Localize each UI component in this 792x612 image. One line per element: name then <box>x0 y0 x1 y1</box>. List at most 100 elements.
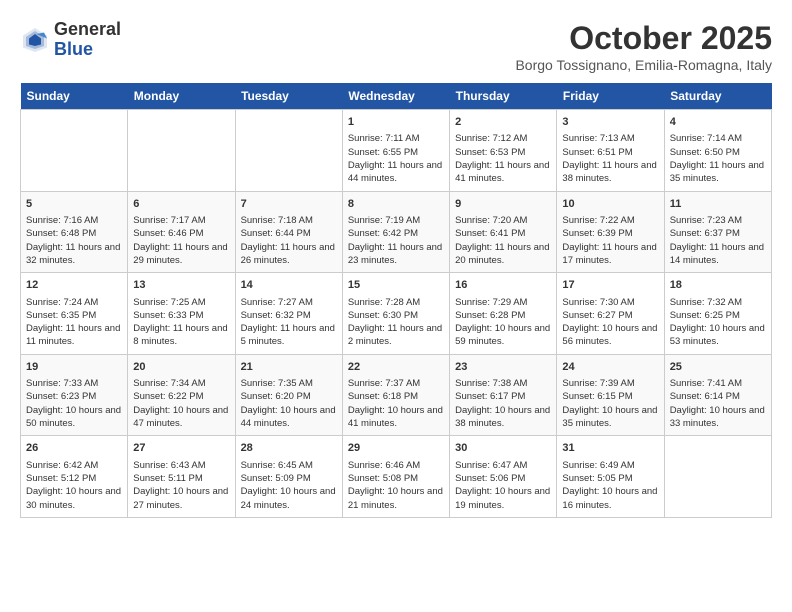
logo-icon <box>20 25 50 55</box>
calendar-cell: 29 Sunrise: 6:46 AM Sunset: 5:08 PM Dayli… <box>342 436 449 518</box>
day-info: Sunrise: 7:19 AM Sunset: 6:42 PM Dayligh… <box>348 214 444 267</box>
day-info: Sunrise: 7:22 AM Sunset: 6:39 PM Dayligh… <box>562 214 658 267</box>
day-number: 8 <box>348 197 444 212</box>
calendar-cell: 13 Sunrise: 7:25 AM Sunset: 6:33 PM Dayli… <box>128 273 235 355</box>
calendar-cell: 4 Sunrise: 7:14 AM Sunset: 6:50 PM Daylig… <box>664 110 771 192</box>
day-info: Sunrise: 6:49 AM Sunset: 5:05 PM Dayligh… <box>562 459 658 512</box>
day-info: Sunrise: 7:20 AM Sunset: 6:41 PM Dayligh… <box>455 214 551 267</box>
calendar-cell: 17 Sunrise: 7:30 AM Sunset: 6:27 PM Dayli… <box>557 273 664 355</box>
weekday-header-saturday: Saturday <box>664 83 771 110</box>
weekday-header-row: SundayMondayTuesdayWednesdayThursdayFrid… <box>21 83 772 110</box>
day-number: 28 <box>241 441 337 456</box>
weekday-header-sunday: Sunday <box>21 83 128 110</box>
day-info: Sunrise: 6:42 AM Sunset: 5:12 PM Dayligh… <box>26 459 122 512</box>
day-number: 2 <box>455 115 551 130</box>
day-number: 30 <box>455 441 551 456</box>
calendar-cell: 3Sunrise: 7:13 AM Sunset: 6:51 PM Daylig… <box>557 110 664 192</box>
day-info: Sunrise: 7:24 AM Sunset: 6:35 PM Dayligh… <box>26 296 122 349</box>
day-number: 10 <box>562 197 658 212</box>
calendar-cell: 2 Sunrise: 7:12 AM Sunset: 6:53 PM Daylig… <box>450 110 557 192</box>
calendar-cell <box>128 110 235 192</box>
logo: General Blue <box>20 20 121 60</box>
day-info: Sunrise: 7:23 AM Sunset: 6:37 PM Dayligh… <box>670 214 766 267</box>
day-info: Sunrise: 7:32 AM Sunset: 6:25 PM Dayligh… <box>670 296 766 349</box>
calendar-cell: 26 Sunrise: 6:42 AM Sunset: 5:12 PM Dayli… <box>21 436 128 518</box>
day-number: 4 <box>670 115 766 130</box>
weekday-header-tuesday: Tuesday <box>235 83 342 110</box>
day-number: 15 <box>348 278 444 293</box>
day-info: Sunrise: 7:33 AM Sunset: 6:23 PM Dayligh… <box>26 377 122 430</box>
day-number: 29 <box>348 441 444 456</box>
calendar-cell: 1 Sunrise: 7:11 AM Sunset: 6:55 PM Daylig… <box>342 110 449 192</box>
calendar-cell: 7Sunrise: 7:18 AM Sunset: 6:44 PM Daylig… <box>235 191 342 273</box>
calendar-week-row: 5 Sunrise: 7:16 AM Sunset: 6:48 PM Daylig… <box>21 191 772 273</box>
day-number: 7 <box>241 197 337 212</box>
day-info: Sunrise: 7:16 AM Sunset: 6:48 PM Dayligh… <box>26 214 122 267</box>
day-number: 23 <box>455 360 551 375</box>
day-number: 22 <box>348 360 444 375</box>
day-number: 26 <box>26 441 122 456</box>
calendar-cell: 8 Sunrise: 7:19 AM Sunset: 6:42 PM Daylig… <box>342 191 449 273</box>
calendar-cell: 14 Sunrise: 7:27 AM Sunset: 6:32 PM Dayli… <box>235 273 342 355</box>
day-number: 25 <box>670 360 766 375</box>
day-info: Sunrise: 7:17 AM Sunset: 6:46 PM Dayligh… <box>133 214 229 267</box>
day-number: 20 <box>133 360 229 375</box>
day-number: 18 <box>670 278 766 293</box>
calendar-cell: 16 Sunrise: 7:29 AM Sunset: 6:28 PM Dayli… <box>450 273 557 355</box>
day-info: Sunrise: 6:43 AM Sunset: 5:11 PM Dayligh… <box>133 459 229 512</box>
day-info: Sunrise: 6:45 AM Sunset: 5:09 PM Dayligh… <box>241 459 337 512</box>
calendar-cell: 9 Sunrise: 7:20 AM Sunset: 6:41 PM Daylig… <box>450 191 557 273</box>
day-number: 5 <box>26 197 122 212</box>
day-info: Sunrise: 6:46 AM Sunset: 5:08 PM Dayligh… <box>348 459 444 512</box>
day-number: 9 <box>455 197 551 212</box>
day-info: Sunrise: 7:11 AM Sunset: 6:55 PM Dayligh… <box>348 132 444 185</box>
day-info: Sunrise: 6:47 AM Sunset: 5:06 PM Dayligh… <box>455 459 551 512</box>
day-info: Sunrise: 7:34 AM Sunset: 6:22 PM Dayligh… <box>133 377 229 430</box>
day-info: Sunrise: 7:41 AM Sunset: 6:14 PM Dayligh… <box>670 377 766 430</box>
day-info: Sunrise: 7:30 AM Sunset: 6:27 PM Dayligh… <box>562 296 658 349</box>
day-info: Sunrise: 7:38 AM Sunset: 6:17 PM Dayligh… <box>455 377 551 430</box>
calendar-week-row: 26 Sunrise: 6:42 AM Sunset: 5:12 PM Dayli… <box>21 436 772 518</box>
calendar-cell <box>235 110 342 192</box>
day-info: Sunrise: 7:29 AM Sunset: 6:28 PM Dayligh… <box>455 296 551 349</box>
calendar-cell <box>664 436 771 518</box>
weekday-header-friday: Friday <box>557 83 664 110</box>
calendar-cell: 20 Sunrise: 7:34 AM Sunset: 6:22 PM Dayli… <box>128 354 235 436</box>
day-number: 21 <box>241 360 337 375</box>
day-info: Sunrise: 7:39 AM Sunset: 6:15 PM Dayligh… <box>562 377 658 430</box>
calendar-cell: 10 Sunrise: 7:22 AM Sunset: 6:39 PM Dayli… <box>557 191 664 273</box>
day-info: Sunrise: 7:37 AM Sunset: 6:18 PM Dayligh… <box>348 377 444 430</box>
day-number: 1 <box>348 115 444 130</box>
calendar-cell: 28 Sunrise: 6:45 AM Sunset: 5:09 PM Dayli… <box>235 436 342 518</box>
day-info: Sunrise: 7:28 AM Sunset: 6:30 PM Dayligh… <box>348 296 444 349</box>
calendar-cell: 30 Sunrise: 6:47 AM Sunset: 5:06 PM Dayli… <box>450 436 557 518</box>
day-number: 13 <box>133 278 229 293</box>
logo-general: General <box>54 19 121 39</box>
logo-text: General Blue <box>54 20 121 60</box>
day-number: 17 <box>562 278 658 293</box>
calendar-cell: 25 Sunrise: 7:41 AM Sunset: 6:14 PM Dayli… <box>664 354 771 436</box>
calendar-cell <box>21 110 128 192</box>
calendar-cell: 12 Sunrise: 7:24 AM Sunset: 6:35 PM Dayli… <box>21 273 128 355</box>
calendar-week-row: 12 Sunrise: 7:24 AM Sunset: 6:35 PM Dayli… <box>21 273 772 355</box>
month-title: October 2025 <box>515 20 772 57</box>
logo-blue: Blue <box>54 39 93 59</box>
calendar-table: SundayMondayTuesdayWednesdayThursdayFrid… <box>20 83 772 518</box>
day-info: Sunrise: 7:27 AM Sunset: 6:32 PM Dayligh… <box>241 296 337 349</box>
calendar-cell: 19Sunrise: 7:33 AM Sunset: 6:23 PM Dayli… <box>21 354 128 436</box>
calendar-cell: 5 Sunrise: 7:16 AM Sunset: 6:48 PM Daylig… <box>21 191 128 273</box>
day-number: 12 <box>26 278 122 293</box>
day-number: 31 <box>562 441 658 456</box>
calendar-cell: 18 Sunrise: 7:32 AM Sunset: 6:25 PM Dayli… <box>664 273 771 355</box>
calendar-cell: 22 Sunrise: 7:37 AM Sunset: 6:18 PM Dayli… <box>342 354 449 436</box>
day-info: Sunrise: 7:14 AM Sunset: 6:50 PM Dayligh… <box>670 132 766 185</box>
day-info: Sunrise: 7:35 AM Sunset: 6:20 PM Dayligh… <box>241 377 337 430</box>
day-number: 27 <box>133 441 229 456</box>
day-info: Sunrise: 7:12 AM Sunset: 6:53 PM Dayligh… <box>455 132 551 185</box>
day-number: 14 <box>241 278 337 293</box>
calendar-cell: 23 Sunrise: 7:38 AM Sunset: 6:17 PM Dayli… <box>450 354 557 436</box>
day-info: Sunrise: 7:13 AM Sunset: 6:51 PM Dayligh… <box>562 132 658 185</box>
day-info: Sunrise: 7:25 AM Sunset: 6:33 PM Dayligh… <box>133 296 229 349</box>
day-number: 16 <box>455 278 551 293</box>
day-number: 11 <box>670 197 766 212</box>
